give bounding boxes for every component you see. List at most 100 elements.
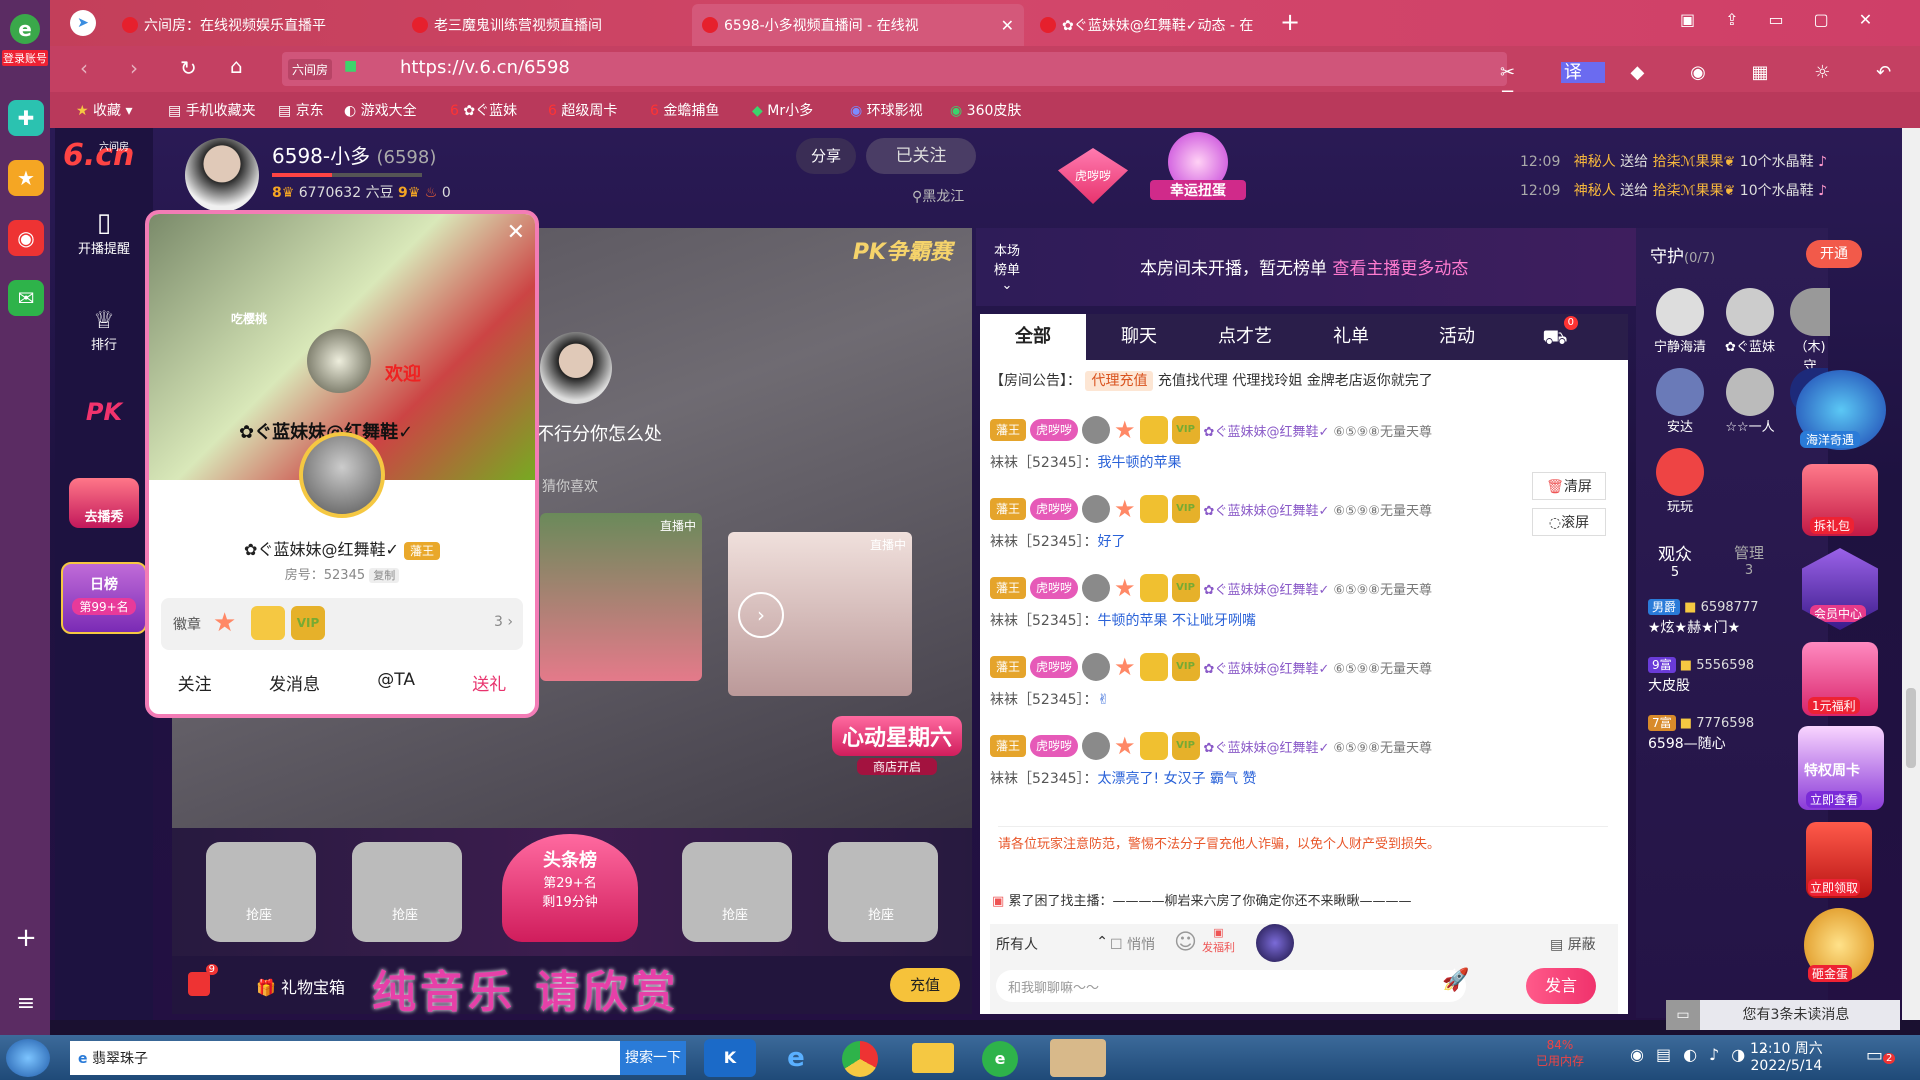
copy-link[interactable]: 复制: [369, 568, 400, 583]
bookmark-3[interactable]: ◐ 游戏大全: [344, 100, 417, 120]
start-button[interactable]: [6, 1039, 50, 1077]
promo-weekcard[interactable]: 特权周卡 立即查看: [1798, 726, 1884, 810]
bookmark-0[interactable]: ★ 收藏 ▾: [76, 100, 133, 120]
back-icon[interactable]: ‹: [80, 56, 88, 80]
target-select[interactable]: 所有人 ⌃: [996, 934, 1108, 954]
next-arrow-icon[interactable]: ›: [738, 592, 784, 638]
sender-name[interactable]: ✿ぐ蓝妹妹@红舞鞋✓: [1204, 579, 1330, 598]
chat-input-field[interactable]: 和我聊聊嘛～～: [996, 970, 1466, 1002]
message-action[interactable]: 发消息: [269, 670, 320, 695]
bookmark-8[interactable]: ◉ 环球影视: [850, 100, 923, 120]
sender-name[interactable]: ✿ぐ蓝妹妹@红舞鞋✓: [1204, 500, 1330, 519]
promo-vip[interactable]: 会员中心: [1802, 548, 1878, 630]
weekend-promo[interactable]: 心动星期六 商店开启: [832, 716, 962, 816]
audience-tab[interactable]: 观众 5: [1658, 540, 1692, 580]
daily-rank-card[interactable]: 日榜 第99+名: [61, 562, 147, 634]
promo-goldegg[interactable]: 砸金蛋: [1804, 908, 1874, 982]
ime-box[interactable]: e 翡翠珠子: [70, 1041, 620, 1075]
refresh-icon[interactable]: ↻: [180, 56, 197, 80]
home-icon[interactable]: ⌂: [230, 54, 243, 78]
nav-remind[interactable]: ▯ 开播提醒: [55, 208, 153, 257]
msg-user[interactable]: 袜袜［52345］：: [990, 534, 1098, 550]
nav-arrow-icon[interactable]: ➤: [70, 10, 96, 36]
close-popup-icon[interactable]: ✕: [507, 220, 525, 245]
rec-card-1[interactable]: 直播中: [540, 513, 702, 681]
guard-member[interactable]: ✿ぐ蓝妹: [1720, 288, 1780, 355]
seat-3[interactable]: 抢座: [682, 842, 792, 942]
badge-panel[interactable]: 徽章 ★ VIP 3 ›: [161, 598, 523, 650]
tab-events[interactable]: 活动: [1404, 314, 1510, 360]
taskbar-chrome-icon[interactable]: [842, 1041, 878, 1077]
tab-talent[interactable]: 点才艺: [1192, 314, 1298, 360]
promo-redpacket[interactable]: 立即领取: [1806, 822, 1872, 898]
badge-count[interactable]: 3 ›: [494, 614, 513, 630]
gift-box[interactable]: 🎁 礼物宝箱: [256, 974, 345, 998]
anchor-avatar[interactable]: [185, 138, 259, 212]
sender-name[interactable]: ✿ぐ蓝妹妹@红舞鞋✓: [1204, 737, 1330, 756]
add-icon[interactable]: ✚: [8, 100, 44, 136]
guard-member[interactable]: 安达: [1650, 368, 1710, 435]
seat-4[interactable]: 抢座: [828, 842, 938, 942]
taskbar-360-icon[interactable]: e: [982, 1041, 1018, 1077]
guard-open-button[interactable]: 开通: [1806, 240, 1862, 268]
clock[interactable]: 12:10 周六 2022/5/14: [1750, 1038, 1823, 1074]
follow-button[interactable]: 已关注: [866, 138, 976, 174]
msg-user[interactable]: 袜袜［52345］：: [990, 455, 1098, 471]
send-gift-action[interactable]: 送礼: [472, 670, 506, 695]
star-icon[interactable]: ★: [8, 160, 44, 196]
close-tab-icon[interactable]: ✕: [1001, 16, 1014, 35]
more-link[interactable]: 查看主播更多动态: [1332, 259, 1468, 279]
tab-2[interactable]: 老三魔鬼训练营视频直播间: [402, 4, 687, 46]
bookmark-6[interactable]: 6 金蟾捕鱼: [650, 100, 719, 120]
new-tab-icon[interactable]: +: [1280, 8, 1300, 36]
send-button[interactable]: 发言: [1526, 968, 1596, 1004]
seat-2[interactable]: 抢座: [352, 842, 462, 942]
guard-member[interactable]: ☆☆一人: [1720, 368, 1780, 435]
taskbar-search-button[interactable]: 搜索一下: [620, 1041, 686, 1075]
gift-bag-icon[interactable]: 9: [188, 964, 218, 996]
weibo-icon[interactable]: ◉: [8, 220, 44, 256]
manager-tab[interactable]: 管理 3: [1734, 542, 1764, 578]
notification-icon[interactable]: ▭ 2: [1866, 1045, 1896, 1066]
page-scrollbar[interactable]: [1902, 128, 1920, 1020]
login-label[interactable]: 登录账号: [2, 50, 48, 66]
msg-user[interactable]: 袜袜［52345］：: [990, 771, 1098, 787]
recharge-button[interactable]: 充值: [890, 968, 960, 1002]
site-logo[interactable]: 6.cn 六间房: [63, 138, 149, 188]
bookmark-4[interactable]: 6 ✿ぐ蓝妹: [450, 100, 517, 120]
nav-pk[interactable]: PK: [55, 398, 153, 426]
guard-member[interactable]: （木)守: [1790, 288, 1830, 374]
block-button[interactable]: ▤ 屏蔽: [1550, 934, 1596, 954]
tab-4[interactable]: ✿ぐ蓝妹妹@红舞鞋✓动态 - 在: [1030, 4, 1315, 46]
fuli-button[interactable]: ▣ 发福利: [1202, 926, 1235, 955]
taskbar-app-icon[interactable]: [1050, 1039, 1106, 1077]
rank-toggle[interactable]: 本场 榜单 ⌄: [994, 240, 1020, 293]
scroll-thumb[interactable]: [1906, 688, 1916, 768]
bookmark-9[interactable]: ◉ 360皮肤: [950, 100, 1021, 120]
lucky-egg-promo[interactable]: 幸运扭蛋: [1150, 132, 1246, 212]
taskbar-k-icon[interactable]: K: [704, 1039, 756, 1077]
msg-user[interactable]: 袜袜［52345］：: [990, 613, 1098, 629]
tab-gifts[interactable]: 礼单: [1298, 314, 1404, 360]
seat-1[interactable]: 抢座: [206, 842, 316, 942]
follow-action[interactable]: 关注: [178, 670, 212, 695]
browser-logo-icon[interactable]: e: [10, 14, 40, 44]
sender-name[interactable]: ✿ぐ蓝妹妹@红舞鞋✓: [1204, 658, 1330, 677]
menu-icon[interactable]: ≡: [8, 985, 44, 1021]
scroll-lock-button[interactable]: ◌滚屏: [1532, 508, 1606, 536]
mail-icon[interactable]: ✉: [8, 280, 44, 316]
emoji-icon[interactable]: ☺: [1174, 930, 1197, 955]
promo-ocean[interactable]: 海洋奇遇: [1796, 370, 1886, 450]
forward-icon[interactable]: ›: [130, 56, 138, 80]
unread-bar[interactable]: ▭ 您有3条未读消息: [1666, 1000, 1900, 1030]
translate-label[interactable]: 译: [1560, 62, 1605, 83]
guard-member[interactable]: 玩玩: [1650, 448, 1710, 515]
bookmark-5[interactable]: 6 超级周卡: [548, 100, 617, 120]
bookmark-2[interactable]: ▤ 京东: [278, 100, 324, 120]
guard-member[interactable]: 宁静海清: [1650, 288, 1710, 355]
mention-action[interactable]: @TA: [377, 670, 415, 695]
bookmark-7[interactable]: ◆ Mr小多: [752, 100, 813, 120]
planet-icon[interactable]: [1256, 924, 1294, 962]
nav-rank[interactable]: ♕ 排行: [55, 306, 153, 353]
tab-3-active[interactable]: 6598-小多视频直播间 - 在线视 ✕: [692, 4, 1024, 46]
